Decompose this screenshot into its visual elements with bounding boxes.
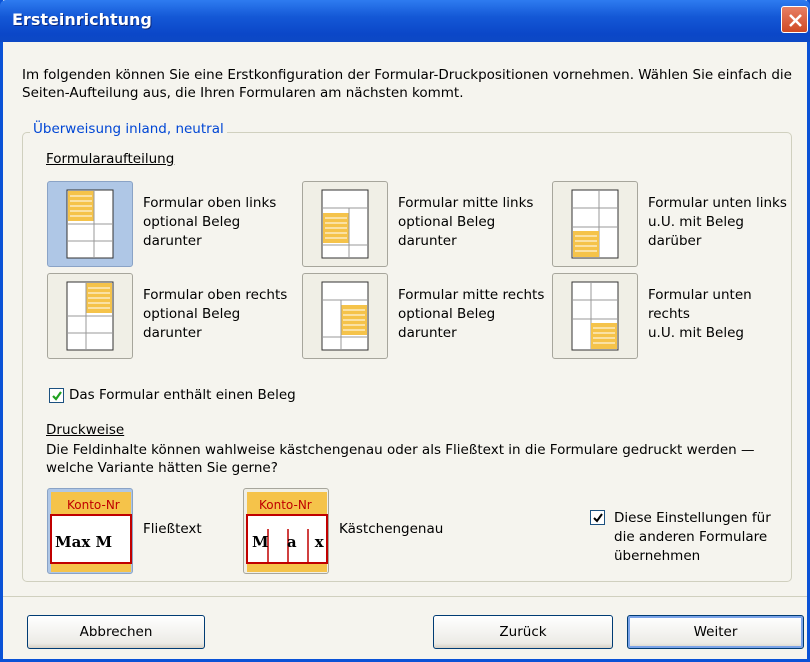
form-top-right-icon (66, 281, 114, 351)
layout-option-label: Formular mitte rechts optional Beleg dar… (398, 287, 545, 341)
layout-option-label: Formular oben rechts optional Beleg daru… (143, 287, 288, 341)
close-button[interactable] (781, 6, 808, 33)
footer-divider (3, 596, 807, 597)
print-section-description: Die Feldinhalte können wahlweise kästche… (46, 442, 755, 476)
back-button[interactable]: Zurück (433, 615, 613, 649)
apply-all-checkbox[interactable] (590, 510, 605, 525)
svg-text:M a x: M a x (252, 533, 330, 551)
flowtext-icon: Konto-Nr Max M (50, 492, 132, 572)
apply-all-checkbox-label[interactable]: Diese Einstellungen für die anderen Form… (614, 509, 794, 566)
layout-option-top-left[interactable] (47, 181, 133, 267)
print-mode-boxed[interactable]: Konto-Nr M a x (243, 488, 329, 574)
title-bar[interactable]: Ersteinrichtung (0, 0, 810, 42)
form-bottom-left-icon (571, 189, 619, 259)
svg-text:Konto-Nr: Konto-Nr (259, 498, 312, 512)
print-mode-boxed-label: Kästchengenau (339, 521, 444, 537)
layout-option-label: Formular unten links u.U. mit Beleg darü… (648, 195, 787, 249)
layout-option-middle-right[interactable] (302, 273, 388, 359)
form-top-left-icon (66, 189, 114, 259)
cancel-button[interactable]: Abbrechen (27, 615, 205, 649)
layout-option-label: Formular mitte links optional Beleg daru… (398, 195, 534, 249)
beleg-checkbox[interactable] (49, 388, 64, 403)
intro-text: Im folgenden können Sie eine Erstkonfigu… (22, 67, 792, 101)
form-bottom-right-icon (571, 281, 619, 351)
close-icon (789, 14, 802, 27)
layout-option-bottom-left[interactable] (552, 181, 638, 267)
boxed-text-icon: Konto-Nr M a x (246, 492, 330, 572)
layout-option-middle-left[interactable] (302, 181, 388, 267)
layout-option-label: Formular unten rechts u.U. mit Beleg (648, 287, 752, 341)
print-mode-flowtext-label: Fließtext (143, 521, 202, 537)
layout-section-label: Formularaufteilung (46, 151, 175, 167)
form-middle-right-icon (321, 281, 369, 351)
print-section-label: Druckweise (46, 422, 125, 438)
next-button[interactable]: Weiter (627, 615, 804, 649)
svg-text:Konto-Nr: Konto-Nr (67, 498, 120, 512)
form-middle-left-icon (321, 189, 369, 259)
layout-option-top-right[interactable] (47, 273, 133, 359)
layout-option-label: Formular oben links optional Beleg darun… (143, 195, 277, 249)
checkmark-icon (593, 513, 603, 523)
beleg-checkbox-label[interactable]: Das Formular enthält einen Beleg (69, 387, 296, 403)
window-title: Ersteinrichtung (12, 10, 152, 29)
print-mode-flowtext[interactable]: Konto-Nr Max M (47, 488, 133, 574)
checkmark-icon (52, 391, 62, 401)
group-legend: Überweisung inland, neutral (30, 121, 227, 137)
layout-option-bottom-right[interactable] (552, 273, 638, 359)
svg-text:Max M: Max M (55, 533, 112, 551)
